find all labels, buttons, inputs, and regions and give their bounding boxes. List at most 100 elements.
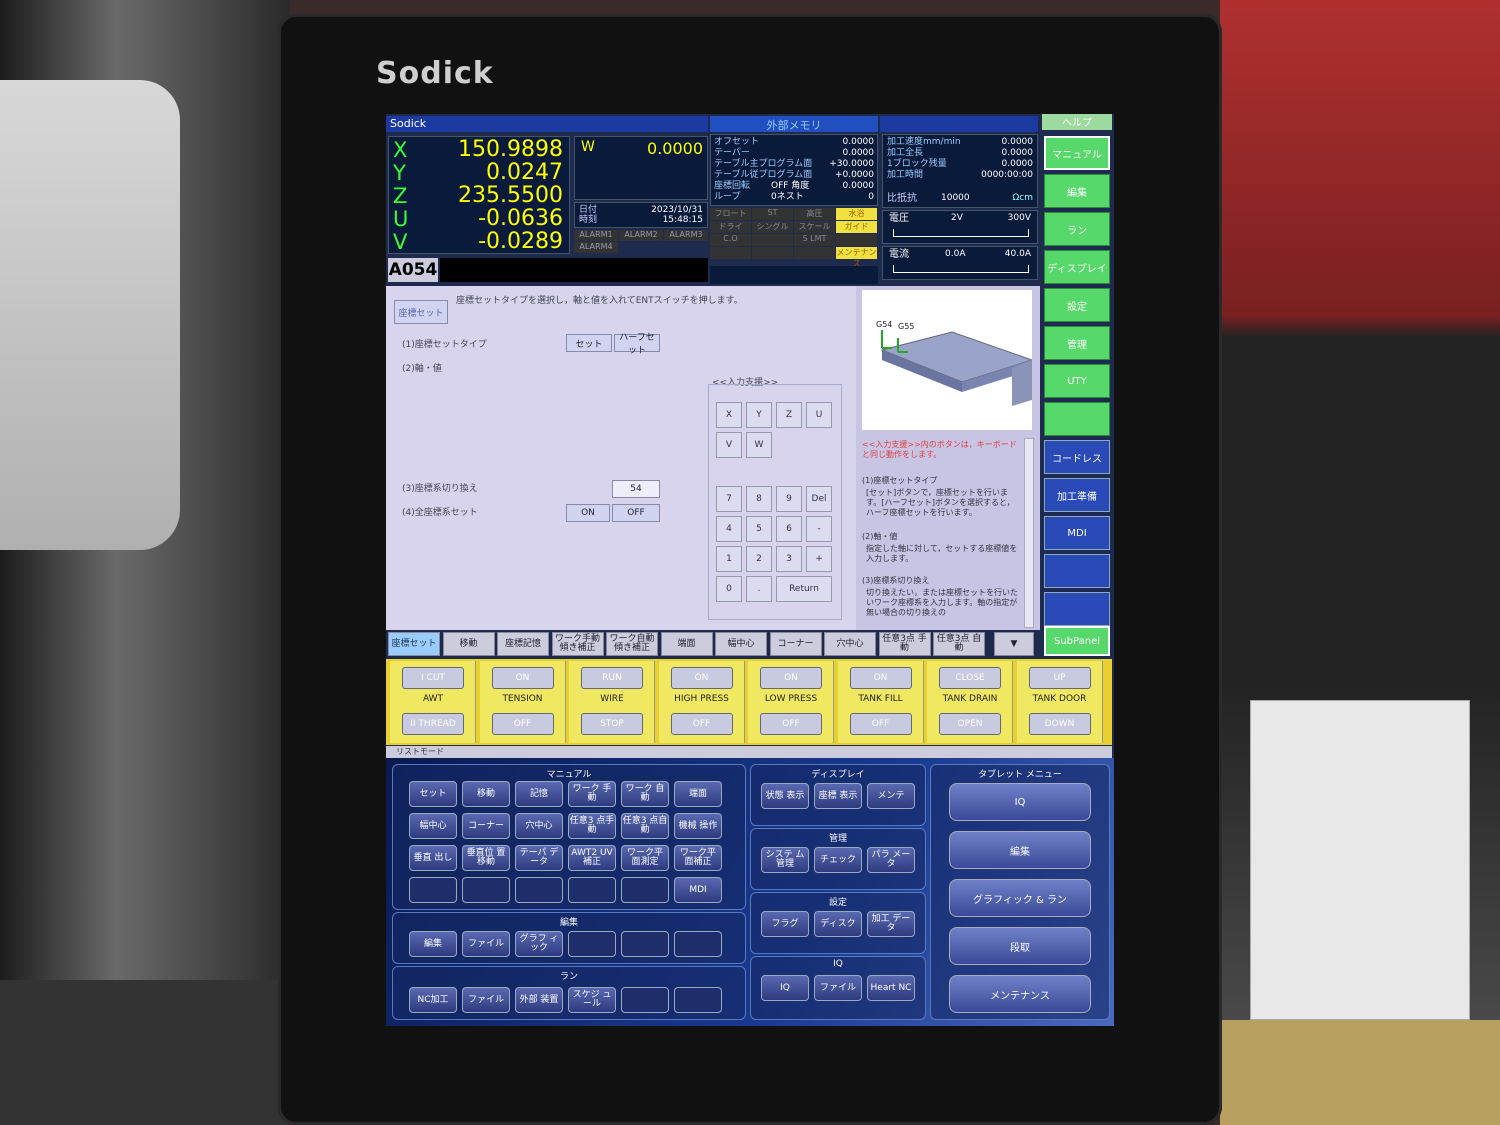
menu-key[interactable]: NC加工	[409, 987, 457, 1013]
control-bottom-button[interactable]: DOWN	[1028, 713, 1091, 735]
side-menu-item[interactable]: ラン	[1044, 212, 1110, 246]
menu-key[interactable]: 垂直位 置移動	[462, 845, 510, 871]
axis-key-x[interactable]: X	[716, 402, 742, 428]
menu-key[interactable]: 移動	[462, 781, 510, 807]
control-top-button[interactable]: RUN	[581, 667, 643, 689]
menu-key[interactable]: Heart NC	[867, 975, 915, 1001]
side-menu-item[interactable]: ディスプレイ	[1044, 250, 1110, 284]
tablet-menu-button[interactable]: メンテナンス	[949, 975, 1091, 1013]
control-top-button[interactable]: UP	[1028, 667, 1091, 689]
control-top-button[interactable]: CLOSE	[939, 667, 1001, 689]
tablet-menu-button[interactable]: グラフィック & ラン	[949, 879, 1091, 917]
function-tab[interactable]: 移動	[442, 632, 495, 656]
side-menu-item[interactable]: マニュアル	[1044, 136, 1110, 170]
half-set-button[interactable]: ハーフセット	[614, 333, 660, 356]
menu-key[interactable]: AWT2 UV補正	[568, 845, 616, 871]
function-tab[interactable]: 任意3点 手動	[878, 632, 931, 656]
menu-key[interactable]: 編集	[409, 931, 457, 957]
menu-key[interactable]: システ ム管理	[761, 847, 809, 873]
menu-key[interactable]	[674, 931, 722, 957]
menu-key[interactable]: 機械 操作	[674, 813, 722, 839]
numpad-key[interactable]: +	[806, 546, 832, 572]
set-button[interactable]: セット	[566, 334, 612, 352]
control-bottom-button[interactable]: OFF	[849, 713, 912, 735]
menu-key[interactable]: チェック	[814, 847, 862, 873]
control-bottom-button[interactable]: OFF	[760, 713, 822, 735]
menu-key[interactable]: コーナー	[462, 813, 510, 839]
control-bottom-button[interactable]: OPEN	[939, 713, 1001, 735]
control-top-button[interactable]: I CUT	[402, 667, 464, 689]
menu-key[interactable]	[674, 987, 722, 1013]
numpad-key[interactable]: 2	[746, 546, 772, 572]
menu-key[interactable]: 穴中心	[515, 813, 563, 839]
numpad-key[interactable]: 4	[716, 516, 742, 542]
menu-key[interactable]: ファイル	[814, 975, 862, 1001]
numpad-key[interactable]: 9	[776, 486, 802, 512]
function-tab[interactable]: 端面	[660, 632, 713, 656]
menu-key[interactable]: フラグ	[761, 911, 809, 937]
menu-key[interactable]	[621, 931, 669, 957]
control-bottom-button[interactable]: OFF	[491, 713, 554, 735]
menu-key[interactable]	[515, 877, 563, 903]
menu-key[interactable]: テーパ データ	[515, 845, 563, 871]
axis-key-z[interactable]: Z	[776, 402, 802, 428]
function-tab[interactable]: 幅中心	[715, 632, 767, 656]
menu-key[interactable]: ワーク平 面補正	[674, 845, 722, 871]
menu-key[interactable]	[568, 877, 616, 903]
side-menu-item[interactable]: UTY	[1044, 364, 1110, 398]
menu-key[interactable]: 加工 データ	[867, 911, 915, 937]
all-coord-on-button[interactable]: ON	[566, 504, 610, 522]
side-menu-item[interactable]: 設定	[1044, 288, 1110, 322]
numpad-key[interactable]: 3	[776, 546, 802, 572]
menu-key[interactable]	[568, 931, 616, 957]
menu-key[interactable]: 垂直 出し	[409, 845, 457, 871]
menu-key[interactable]: ファイル	[462, 931, 510, 957]
control-top-button[interactable]: ON	[760, 667, 822, 689]
tablet-menu-button[interactable]: 段取	[949, 927, 1091, 965]
menu-key[interactable]: MDI	[674, 877, 722, 903]
menu-key[interactable]	[409, 877, 457, 903]
menu-key[interactable]: ファイル	[462, 987, 510, 1013]
all-coord-off-button[interactable]: OFF	[612, 504, 660, 522]
coord-switch-input[interactable]: 54	[612, 480, 660, 498]
menu-key[interactable]: IQ	[761, 975, 809, 1001]
function-tab[interactable]: 任意3点 自動	[933, 632, 985, 656]
tablet-menu-button[interactable]: 編集	[949, 831, 1091, 869]
menu-key[interactable]: 状態 表示	[761, 783, 809, 809]
control-bottom-button[interactable]: II THREAD	[402, 713, 464, 735]
side-menu-item[interactable]	[1044, 402, 1110, 436]
subpanel-button[interactable]: SubPanel	[1044, 626, 1110, 656]
control-top-button[interactable]: ON	[849, 667, 912, 689]
numpad-key[interactable]: 5	[746, 516, 772, 542]
numpad-key[interactable]: -	[806, 516, 832, 542]
tablet-menu-button[interactable]: IQ	[949, 783, 1091, 821]
numpad-key[interactable]: 7	[716, 486, 742, 512]
axis-key-v[interactable]: V	[716, 432, 742, 458]
menu-key[interactable]: メンテ	[867, 783, 915, 809]
function-tab[interactable]: 穴中心	[824, 632, 876, 656]
menu-key[interactable]	[621, 877, 669, 903]
side-menu-item[interactable]	[1044, 592, 1110, 626]
menu-key[interactable]: セット	[409, 781, 457, 807]
function-tab[interactable]: ▼	[994, 632, 1034, 656]
control-bottom-button[interactable]: STOP	[581, 713, 643, 735]
control-top-button[interactable]: ON	[670, 667, 733, 689]
menu-key[interactable]: 外部 装置	[515, 987, 563, 1013]
menu-key[interactable]: グラフ ィック	[515, 931, 563, 957]
numpad-key[interactable]: Return	[776, 576, 832, 602]
menu-key[interactable]: パラ メータ	[867, 847, 915, 873]
help-scrollbar[interactable]	[1024, 438, 1034, 628]
side-menu-item[interactable]: MDI	[1044, 516, 1110, 550]
help-button[interactable]: ヘルプ	[1042, 114, 1112, 130]
control-top-button[interactable]: ON	[491, 667, 554, 689]
function-tab[interactable]: ワーク自動 傾き補正	[606, 632, 658, 656]
function-tab[interactable]: 座標セット	[388, 632, 440, 656]
menu-key[interactable]: 座標 表示	[814, 783, 862, 809]
axis-key-w[interactable]: W	[746, 432, 772, 458]
menu-key[interactable]: ワーク 手動	[568, 781, 616, 807]
form-title-button[interactable]: 座標セット	[394, 300, 448, 324]
axis-key-y[interactable]: Y	[746, 402, 772, 428]
side-menu-item[interactable]: 編集	[1044, 174, 1110, 208]
control-bottom-button[interactable]: OFF	[670, 713, 733, 735]
function-tab[interactable]: コーナー	[769, 632, 822, 656]
